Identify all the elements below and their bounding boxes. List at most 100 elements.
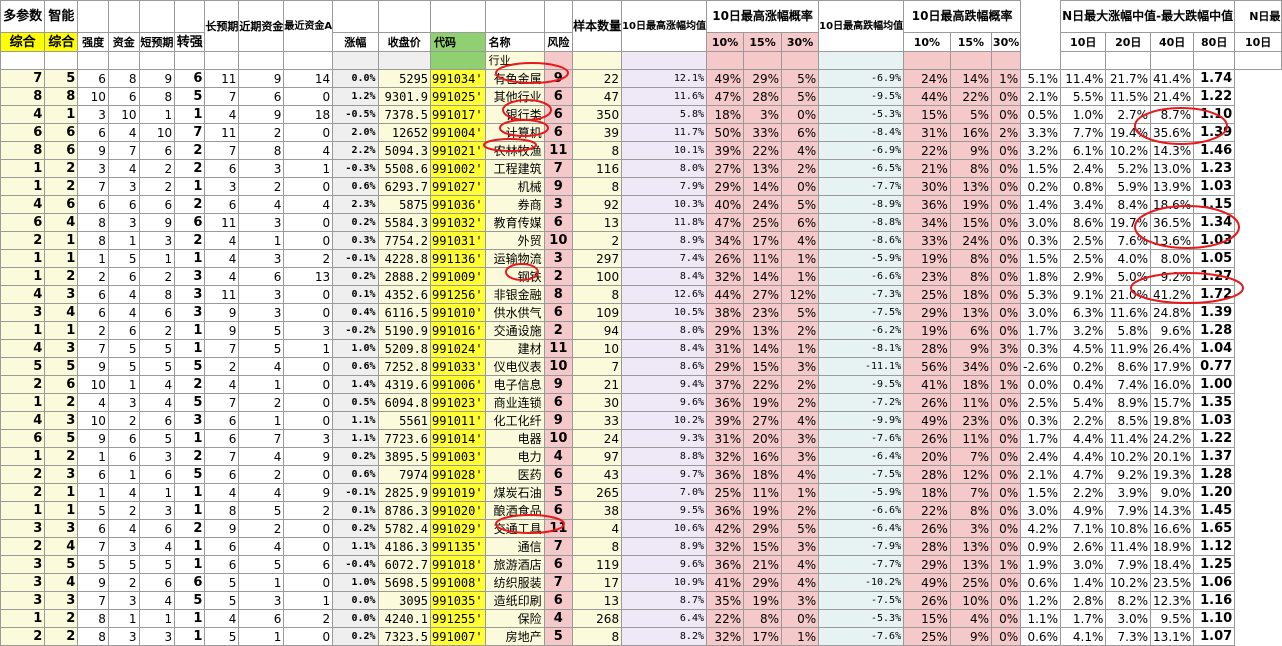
cell-m40[interactable]: 11.6% [1105, 303, 1152, 322]
cell-e[interactable]: 5 [138, 429, 176, 448]
cell-q30[interactable]: 0% [991, 105, 1022, 124]
cell-m80[interactable]: 36.5% [1150, 213, 1195, 232]
header-median-40d[interactable]: 40日 [1150, 32, 1195, 52]
cell-m40[interactable]: 7.6% [1105, 231, 1152, 250]
cell-i[interactable]: 1 [283, 159, 334, 178]
cell-code[interactable]: 991031' [430, 231, 486, 250]
cell-dn[interactable]: -6.9% [818, 141, 905, 160]
table-row[interactable]: 1 2 4 3 4 5 7 2 0 0.5% 6094.8 991023' 商业连锁 6 30 9.6% 36%… [0, 393, 1282, 412]
cell-b[interactable]: 5 [44, 429, 79, 448]
cell-name[interactable]: 钢铁 [484, 267, 545, 286]
cell-p30[interactable]: 4% [780, 411, 820, 430]
cell-chg[interactable]: 0.1% [332, 285, 379, 304]
cell-i[interactable]: 9 [283, 483, 334, 502]
cell-dn[interactable]: -6.2% [818, 321, 905, 340]
cell-q30[interactable]: 0% [991, 87, 1022, 106]
cell-n[interactable]: 92 [572, 195, 623, 214]
cell-b[interactable]: 8 [44, 87, 79, 106]
cell-last[interactable]: 1.28 [1193, 465, 1236, 484]
cell-m40[interactable]: 2.7% [1105, 105, 1152, 124]
cell-name[interactable]: 酿酒食品 [484, 501, 545, 520]
cell-d[interactable]: 4 [107, 519, 140, 538]
cell-q10[interactable]: 21% [903, 159, 951, 178]
cell-name[interactable]: 化工化纤 [484, 411, 545, 430]
cell-p10[interactable]: 29% [705, 177, 745, 196]
cell-d[interactable]: 5 [107, 339, 140, 358]
cell-i[interactable]: 0 [283, 393, 334, 412]
cell-dn[interactable]: -7.6% [818, 627, 905, 646]
cell-n[interactable]: 268 [572, 609, 623, 628]
cell-c[interactable]: 6 [77, 285, 109, 304]
cell-q15[interactable]: 4% [949, 609, 993, 628]
table-row[interactable]: 2 3 6 1 6 5 6 2 0 0.6% 7974 991028' 医药 6 43 9.7% 36% 18% 4… [0, 465, 1282, 484]
cell-last[interactable]: 1.03 [1193, 231, 1236, 250]
cell-e[interactable]: 9 [138, 69, 176, 88]
header-median-20d[interactable]: 20日 [1105, 32, 1152, 52]
cell-risk[interactable]: 9 [543, 69, 574, 88]
cell-a[interactable]: 2 [0, 375, 46, 394]
cell-name[interactable]: 工程建筑 [484, 159, 545, 178]
cell-b[interactable]: 1 [44, 483, 79, 502]
cell-p30[interactable]: 3% [780, 447, 820, 466]
cell-up[interactable]: 6.4% [621, 609, 707, 628]
cell-a[interactable]: 5 [0, 357, 46, 376]
cell-c[interactable]: 9 [77, 573, 109, 592]
cell-code[interactable]: 991255' [430, 609, 486, 628]
cell-m80[interactable]: 13.9% [1150, 177, 1195, 196]
cell-b[interactable]: 2 [44, 393, 79, 412]
cell-p15[interactable]: 14% [743, 267, 782, 286]
cell-q10[interactable]: 19% [903, 249, 951, 268]
cell-g[interactable]: 4 [204, 267, 240, 286]
cell-chg[interactable]: -0.1% [332, 249, 379, 268]
cell-i[interactable]: 4 [283, 195, 334, 214]
cell-close[interactable]: 3895.5 [377, 447, 432, 466]
cell-name[interactable]: 交通设施 [484, 321, 545, 340]
cell-e[interactable]: 6 [138, 411, 176, 430]
header-up-30[interactable]: 30% [780, 32, 820, 52]
cell-p30[interactable]: 1% [780, 627, 820, 646]
cell-q15[interactable]: 3% [949, 519, 993, 538]
cell-q30[interactable]: 2% [991, 123, 1022, 142]
header-up-prob[interactable]: 10日最高涨幅概率 [705, 0, 820, 33]
cell-f[interactable]: 1 [174, 249, 206, 268]
header-up-mean[interactable]: 10日最高涨幅均值 [621, 0, 707, 52]
cell-close[interactable]: 5295 [377, 69, 432, 88]
cell-up[interactable]: 8.9% [621, 231, 707, 250]
cell-h[interactable]: 5 [238, 339, 285, 358]
cell-q30[interactable]: 0% [991, 357, 1022, 376]
cell-risk[interactable]: 6 [543, 213, 574, 232]
cell-up[interactable]: 5.8% [621, 105, 707, 124]
cell-code[interactable]: 991028' [430, 465, 486, 484]
cell-b[interactable]: 6 [44, 123, 79, 142]
header-close[interactable]: 收盘价 [377, 32, 432, 52]
cell-b[interactable]: 5 [44, 357, 79, 376]
cell-m40[interactable]: 10.2% [1105, 573, 1152, 592]
cell-c[interactable]: 7 [77, 339, 109, 358]
cell-dn[interactable]: -11.1% [818, 357, 905, 376]
cell-i[interactable]: 0 [283, 303, 334, 322]
cell-m20[interactable]: 0.4% [1059, 375, 1107, 394]
cell-chg[interactable]: 0.2% [332, 213, 379, 232]
table-row[interactable]: 6 4 8 3 9 6 11 3 0 0.2% 5584.3 991032' 教育传媒 6 13 11.8% 4… [0, 213, 1282, 232]
cell-d[interactable]: 1 [107, 231, 140, 250]
cell-q10[interactable]: 31% [903, 123, 951, 142]
cell-m10[interactable]: 5.1% [1020, 69, 1061, 88]
cell-dn[interactable]: -7.5% [818, 465, 905, 484]
cell-m20[interactable]: 1.0% [1059, 105, 1107, 124]
cell-name[interactable]: 电子信息 [484, 375, 545, 394]
cell-g[interactable]: 5 [204, 591, 240, 610]
cell-p30[interactable]: 6% [780, 123, 820, 142]
cell-g[interactable]: 5 [204, 573, 240, 592]
cell-m20[interactable]: 3.4% [1059, 195, 1107, 214]
cell-d[interactable]: 3 [107, 537, 140, 556]
cell-q30[interactable]: 0% [991, 411, 1022, 430]
cell-chg[interactable]: -0.5% [332, 105, 379, 124]
cell-p30[interactable]: 0% [780, 105, 820, 124]
cell-p30[interactable]: 1% [780, 483, 820, 502]
cell-m20[interactable]: 3.2% [1059, 321, 1107, 340]
cell-close[interactable]: 5094.3 [377, 141, 432, 160]
cell-n[interactable]: 33 [572, 411, 623, 430]
cell-a[interactable]: 4 [0, 105, 46, 124]
cell-p10[interactable]: 31% [705, 339, 745, 358]
cell-code[interactable]: 991009' [430, 267, 486, 286]
